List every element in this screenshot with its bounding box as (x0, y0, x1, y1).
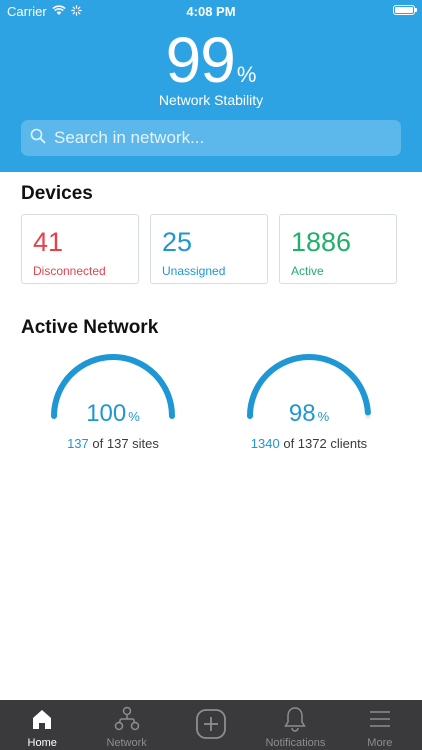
home-screen: Carrier 4:08 PM 99% Network Stability Se… (0, 0, 422, 750)
clients-gauge[interactable]: 98% 1340 of 1372 clients (244, 352, 374, 451)
header: Carrier 4:08 PM 99% Network Stability Se… (0, 0, 422, 172)
sites-percent-unit: % (128, 409, 140, 424)
status-bar: Carrier 4:08 PM (0, 0, 422, 22)
home-icon (0, 706, 84, 732)
device-cards: 41 Disconnected 25 Unassigned 1886 Activ… (21, 214, 397, 284)
disconnected-card[interactable]: 41 Disconnected (21, 214, 139, 284)
battery-icon (393, 5, 417, 15)
clients-percent: 98% (244, 400, 374, 428)
clients-percent-unit: % (317, 409, 330, 424)
clients-total-text: of 1372 clients (283, 436, 368, 451)
status-time: 4:08 PM (186, 4, 236, 19)
tab-bar: Home Network Notifications More (0, 700, 422, 750)
active-card[interactable]: 1886 Active (279, 214, 397, 284)
devices-title: Devices (21, 183, 93, 204)
tab-home-label: Home (27, 737, 57, 749)
tab-home[interactable]: Home (0, 700, 84, 750)
tab-add[interactable] (169, 700, 253, 750)
active-count: 1886 (291, 227, 352, 257)
active-label: Active (291, 264, 324, 278)
network-stability: 99% (0, 28, 422, 92)
sites-total-text: of 137 sites (92, 436, 159, 451)
clients-percent-value: 98 (288, 400, 316, 427)
sites-gauge[interactable]: 100% 137 of 137 sites (48, 352, 178, 451)
search-bar[interactable] (21, 120, 401, 156)
tab-notifications[interactable]: Notifications (253, 700, 337, 750)
stability-value: 99 (165, 24, 236, 96)
clients-active-count: 1340 (250, 436, 280, 451)
disconnected-label: Disconnected (33, 264, 106, 278)
tab-network[interactable]: Network (84, 700, 168, 750)
clients-caption: 1340 of 1372 clients (224, 436, 394, 451)
tab-network-label: Network (106, 737, 147, 749)
menu-icon (338, 706, 422, 732)
add-icon (169, 709, 253, 739)
disconnected-count: 41 (33, 227, 64, 257)
tab-more-label: More (367, 737, 393, 749)
stability-unit: % (236, 62, 257, 87)
tab-more[interactable]: More (338, 700, 422, 750)
unassigned-count: 25 (162, 227, 193, 257)
bell-icon (253, 706, 337, 732)
sites-caption: 137 of 137 sites (28, 436, 198, 451)
sites-active-count: 137 (67, 436, 89, 451)
active-network-title: Active Network (21, 317, 159, 338)
sites-percent: 100% (48, 400, 178, 428)
unassigned-card[interactable]: 25 Unassigned (150, 214, 268, 284)
tab-notifications-label: Notifications (265, 737, 326, 749)
unassigned-label: Unassigned (162, 264, 226, 278)
sites-percent-value: 100 (86, 400, 127, 427)
stability-label: Network Stability (158, 92, 264, 108)
network-icon (84, 706, 168, 732)
search-input[interactable] (52, 127, 376, 149)
search-icon (21, 128, 46, 149)
